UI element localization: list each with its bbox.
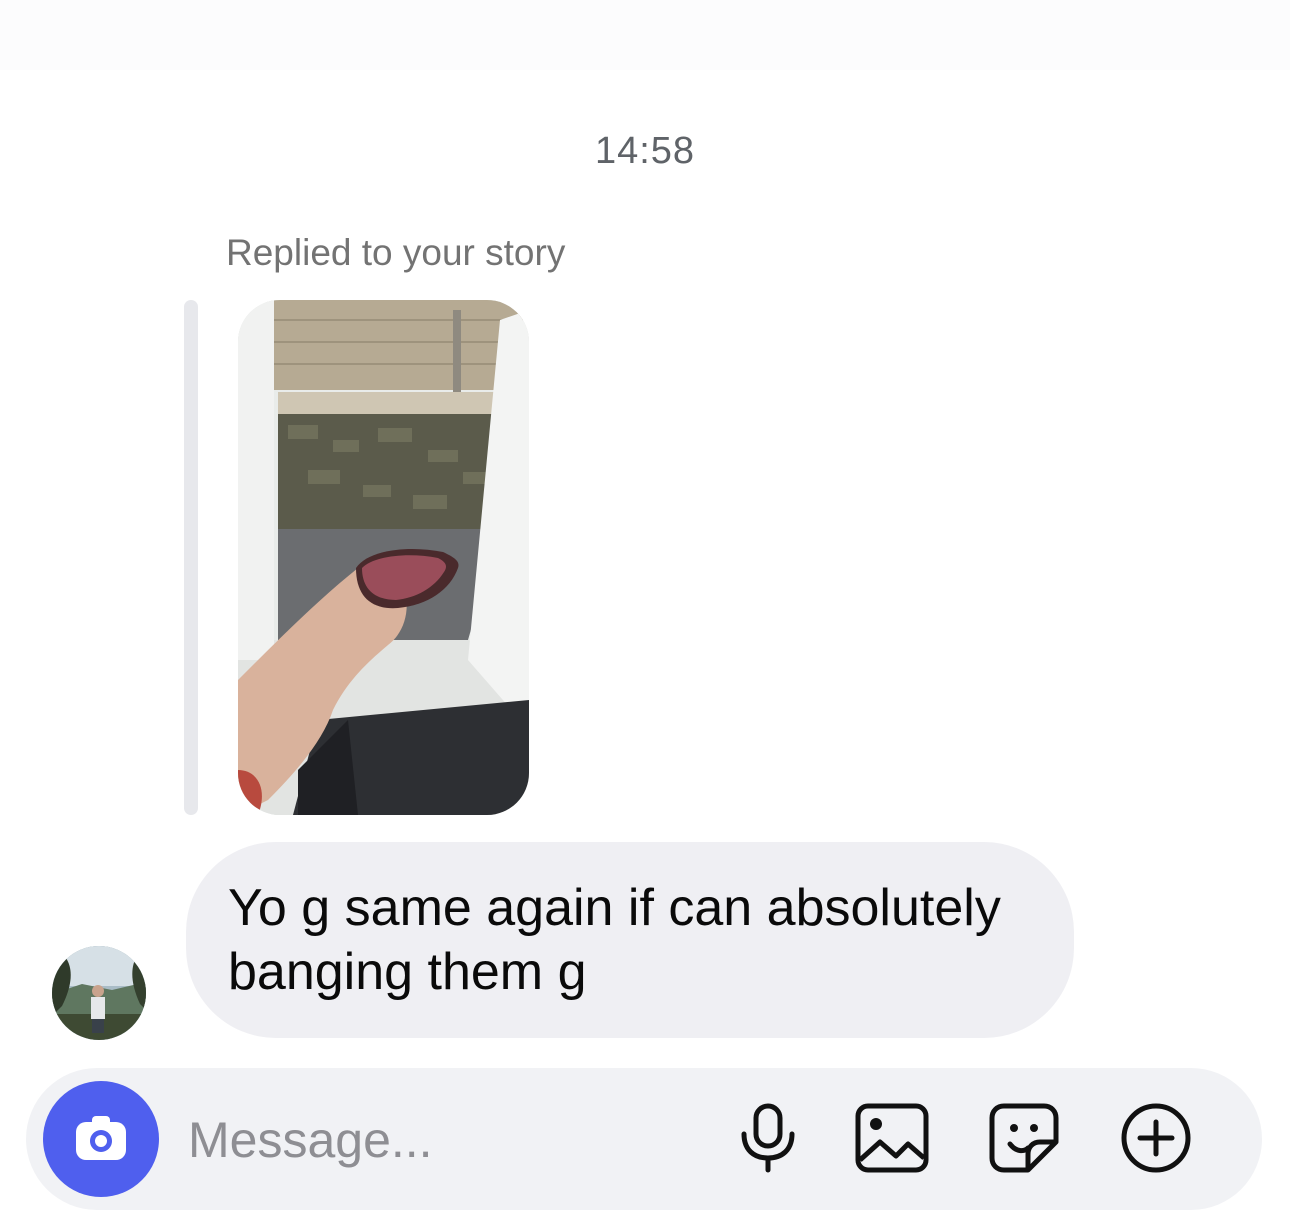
microphone-icon[interactable] [728, 1098, 808, 1178]
message-bubble[interactable]: Yo g same again if can absolutely bangin… [186, 842, 1074, 1038]
message-input[interactable] [186, 1104, 710, 1176]
sticker-icon[interactable] [984, 1098, 1064, 1178]
camera-icon [76, 1116, 126, 1160]
plus-icon[interactable] [1116, 1098, 1196, 1178]
story-thumbnail[interactable] [238, 300, 529, 815]
avatar-photo [52, 946, 146, 1040]
camera-button[interactable] [43, 1081, 159, 1197]
story-reply-label: Replied to your story [226, 232, 566, 273]
message-composer [26, 1068, 1262, 1210]
sender-avatar[interactable] [52, 946, 146, 1040]
message-timestamp: 14:58 [594, 130, 696, 172]
top-strip [0, 0, 1290, 70]
message-line-2: banging them g [228, 943, 587, 1001]
story-photo [238, 300, 529, 815]
message-text: Yo g same again if can absolutely bangin… [228, 876, 1048, 1004]
image-icon[interactable] [852, 1098, 932, 1178]
message-line-1: Yo g same again if can absolutely [228, 879, 1001, 937]
reply-quote-bar [184, 300, 198, 815]
